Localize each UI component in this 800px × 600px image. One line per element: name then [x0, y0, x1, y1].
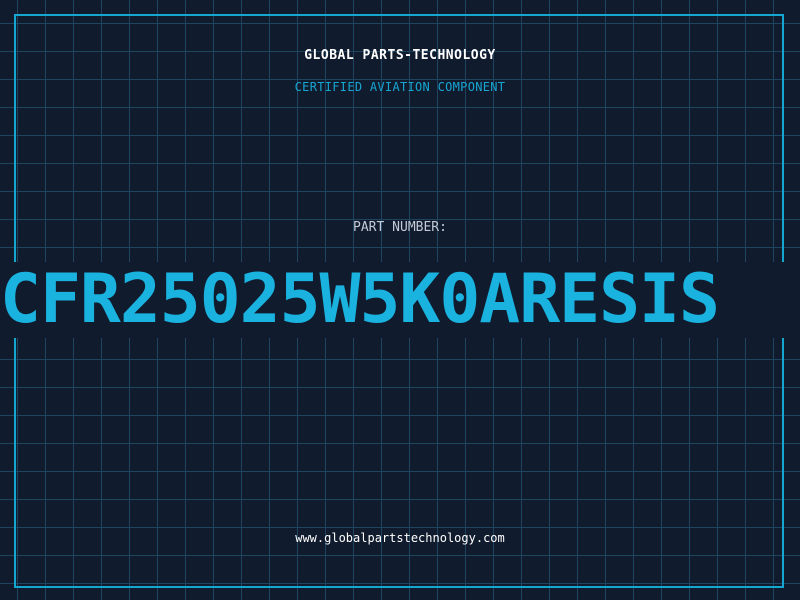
part-number-band: CFR25025W5K0ARESIS — [0, 262, 800, 338]
website-link[interactable]: www.globalpartstechnology.com — [0, 531, 800, 545]
part-number-label: PART NUMBER: — [353, 220, 447, 235]
part-number-value: CFR25025W5K0ARESIS — [0, 262, 720, 338]
company-name: GLOBAL PARTS-TECHNOLOGY — [304, 48, 496, 63]
certification-subtitle: CERTIFIED AVIATION COMPONENT — [294, 80, 506, 94]
